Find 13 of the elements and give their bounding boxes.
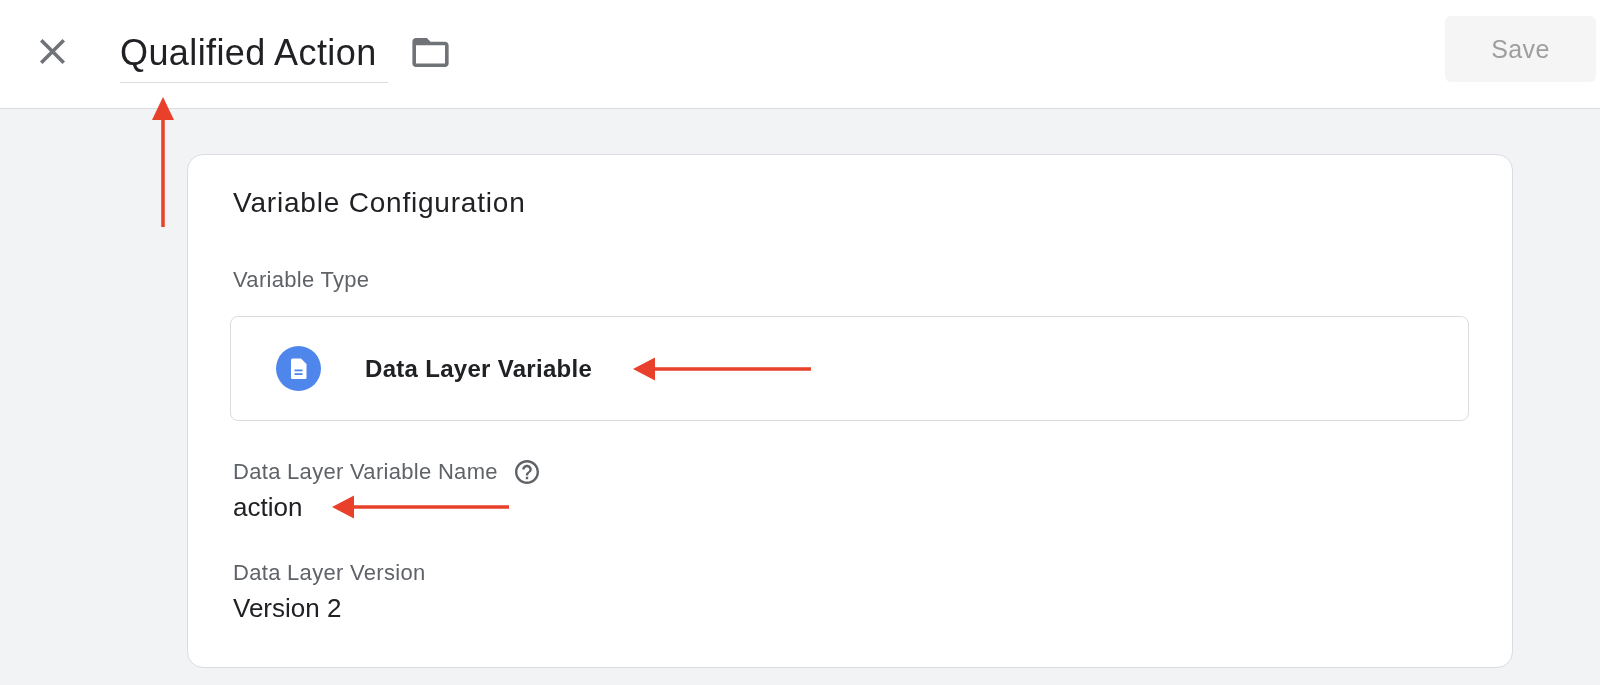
folder-icon[interactable] <box>412 38 449 67</box>
card-title: Variable Configuration <box>233 186 527 220</box>
field-label: Data Layer Version <box>233 561 426 585</box>
field-label: Variable Type <box>233 268 370 292</box>
help-icon[interactable] <box>514 460 539 484</box>
close-icon[interactable] <box>40 39 65 64</box>
document-icon <box>276 346 321 391</box>
title-field[interactable]: Qualified Action <box>120 32 388 83</box>
field-value: Version 2 <box>233 593 342 623</box>
field-label: Data Layer Variable Name <box>233 460 498 484</box>
variable-type-card[interactable]: Data Layer Variable <box>230 316 1469 421</box>
variable-type-name: Data Layer Variable <box>365 354 593 383</box>
field-value: action <box>233 492 303 522</box>
